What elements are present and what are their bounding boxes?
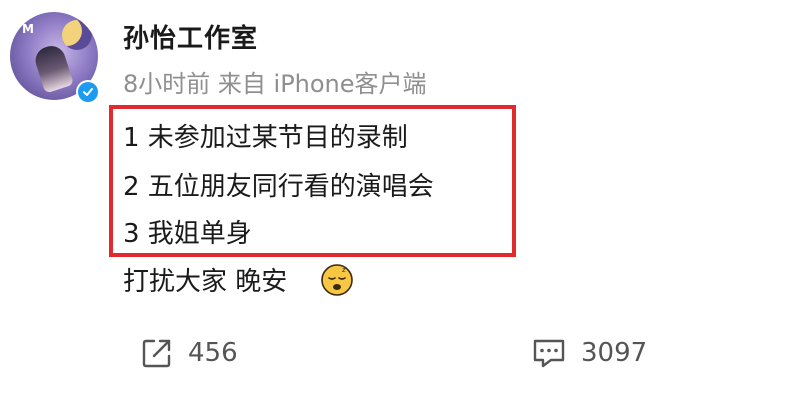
svg-text:z: z xyxy=(342,266,346,274)
post-line-4: 打扰大家 晚安 xyxy=(123,267,288,297)
repost-button[interactable]: 456 xyxy=(140,336,238,370)
sleeping-face-icon: z xyxy=(321,264,353,296)
post-line-3: 3 我姐单身 xyxy=(123,219,252,249)
post-meta: 8小时前 来自 iPhone客户端 xyxy=(123,70,427,98)
author-name[interactable]: 孙怡工作室 xyxy=(123,18,258,55)
moon-decoration xyxy=(62,20,92,50)
comment-icon xyxy=(533,339,565,368)
share-icon xyxy=(142,339,171,368)
post-actions: 456 3097 xyxy=(0,330,800,380)
comment-button[interactable]: 3097 xyxy=(531,336,647,370)
post-line-1: 1 未参加过某节目的录制 xyxy=(123,123,408,153)
avatar-figure xyxy=(31,42,75,94)
repost-count: 456 xyxy=(188,338,238,368)
post-line-2: 2 五位朋友同行看的演唱会 xyxy=(123,172,434,202)
verified-badge-icon xyxy=(76,80,100,104)
avatar-mark: M xyxy=(22,22,34,36)
comment-count: 3097 xyxy=(581,338,648,368)
